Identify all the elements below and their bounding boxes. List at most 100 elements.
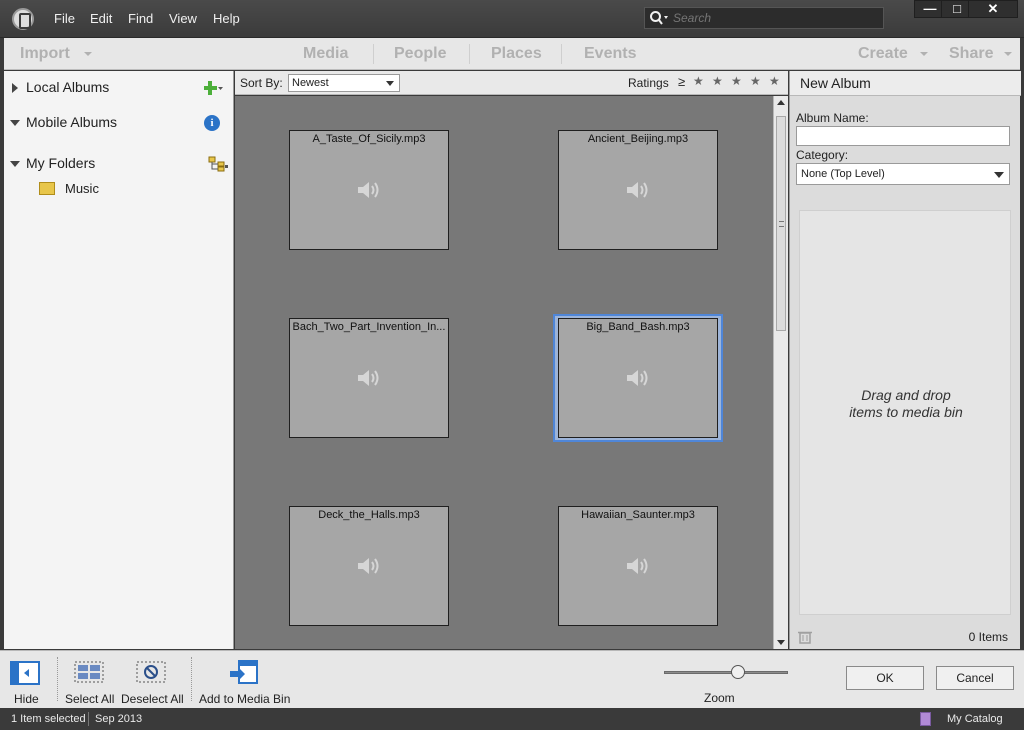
create-chevron-down-icon[interactable] <box>920 52 928 56</box>
catalog-icon[interactable] <box>920 712 931 726</box>
chevron-down-icon[interactable] <box>386 81 394 86</box>
scroll-thumb[interactable] <box>776 116 786 331</box>
folder-icon[interactable] <box>39 182 55 195</box>
menu-find[interactable]: Find <box>128 11 153 26</box>
sort-by-value: Newest <box>292 77 329 89</box>
toolbar-divider <box>191 657 192 701</box>
rating-star-icon[interactable]: ★ <box>693 74 704 88</box>
mobile-albums-row[interactable]: Mobile Albums i <box>4 109 234 133</box>
sort-bar: Sort By: Newest Ratings ≥ ★ ★ ★ ★ ★ <box>235 71 788 95</box>
date-status: Sep 2013 <box>95 713 143 725</box>
bottom-toolbar: Hide Select All Deselect All Add to Medi… <box>0 650 1024 708</box>
catalog-name[interactable]: My Catalog <box>947 713 1003 725</box>
speaker-icon <box>627 182 648 198</box>
import-button[interactable]: Import <box>20 45 70 63</box>
share-button[interactable]: Share <box>949 45 993 63</box>
search-box[interactable] <box>644 7 884 29</box>
sort-by-label: Sort By: <box>240 76 283 90</box>
media-tile[interactable]: Deck_the_Halls.mp3 <box>289 506 449 626</box>
rating-star-icon[interactable]: ★ <box>731 74 742 88</box>
media-tile-name: Deck_the_Halls.mp3 <box>318 509 420 521</box>
status-divider <box>88 712 89 726</box>
cancel-button[interactable]: Cancel <box>936 666 1014 690</box>
app-logo-icon[interactable] <box>12 8 34 30</box>
sort-by-select[interactable]: Newest <box>288 74 400 92</box>
zoom-label: Zoom <box>704 691 735 705</box>
add-to-media-bin-button[interactable]: Add to Media Bin <box>197 651 293 709</box>
create-button[interactable]: Create <box>858 45 908 63</box>
rating-star-icon[interactable]: ★ <box>712 74 723 88</box>
scroll-down-arrow-icon[interactable] <box>777 640 785 645</box>
zoom-slider-thumb[interactable] <box>731 665 746 679</box>
menu-edit[interactable]: Edit <box>90 11 112 26</box>
media-tile[interactable]: Ancient_Beijing.mp3 <box>558 130 718 250</box>
hide-panel-icon <box>10 661 40 685</box>
title-bar: File Edit Find View Help — □ ✕ <box>0 0 1024 38</box>
media-tile-name: Bach_Two_Part_Invention_In... <box>292 321 446 333</box>
tab-places[interactable]: Places <box>491 45 542 63</box>
add-album-icon[interactable] <box>204 80 224 96</box>
search-icon[interactable] <box>649 10 669 26</box>
media-tile[interactable]: Bach_Two_Part_Invention_In... <box>289 318 449 438</box>
media-bin-drop-area[interactable]: Drag and drop items to media bin <box>799 210 1011 615</box>
hide-button[interactable]: Hide <box>8 651 48 709</box>
category-select[interactable]: None (Top Level) <box>796 163 1010 185</box>
ok-button[interactable]: OK <box>846 666 924 690</box>
local-albums-row[interactable]: Local Albums <box>4 74 234 98</box>
collapse-arrow-icon[interactable] <box>10 161 20 167</box>
drop-hint: Drag and drop items to media bin <box>849 387 963 420</box>
collapse-arrow-icon[interactable] <box>10 120 20 126</box>
zoom-slider[interactable] <box>664 671 788 674</box>
speaker-icon <box>627 558 648 574</box>
grid-scrollbar[interactable] <box>773 96 788 649</box>
select-all-label: Select All <box>65 692 115 706</box>
tab-people[interactable]: People <box>394 45 446 63</box>
new-album-panel: New Album Album Name: Category: None (To… <box>789 71 1021 649</box>
info-icon[interactable]: i <box>204 115 220 131</box>
tab-events[interactable]: Events <box>584 45 636 63</box>
ratings-operator[interactable]: ≥ <box>678 74 685 89</box>
my-folders-row[interactable]: My Folders <box>4 150 234 174</box>
media-tile[interactable]: Hawaiian_Saunter.mp3 <box>558 506 718 626</box>
search-input[interactable] <box>673 10 873 26</box>
share-chevron-down-icon[interactable] <box>1004 52 1012 56</box>
media-tile[interactable]: A_Taste_Of_Sicily.mp3 <box>289 130 449 250</box>
tab-media[interactable]: Media <box>303 45 348 63</box>
albums-panel: Local Albums Mobile Albums i My Folders … <box>4 71 234 649</box>
rating-star-icon[interactable]: ★ <box>769 74 780 88</box>
trash-icon[interactable] <box>798 630 812 644</box>
close-button[interactable]: ✕ <box>968 0 1018 18</box>
media-tile-name: Ancient_Beijing.mp3 <box>587 133 689 145</box>
scroll-up-arrow-icon[interactable] <box>777 100 785 105</box>
menu-file[interactable]: File <box>54 11 75 26</box>
media-tile-name: A_Taste_Of_Sicily.mp3 <box>312 133 426 145</box>
folder-tree-icon[interactable] <box>208 156 228 172</box>
scroll-grip-icon <box>779 221 784 227</box>
album-name-input[interactable] <box>796 126 1010 146</box>
speaker-icon <box>358 370 379 386</box>
rating-star-icon[interactable]: ★ <box>750 74 761 88</box>
media-grid[interactable]: A_Taste_Of_Sicily.mp3 Ancient_Beijing.mp… <box>235 96 773 649</box>
local-albums-label: Local Albums <box>26 79 110 95</box>
folder-music[interactable]: Music <box>65 181 99 196</box>
select-all-button[interactable]: Select All <box>62 651 118 709</box>
status-bar: 1 Item selected Sep 2013 My Catalog <box>0 708 1024 730</box>
ratings-label: Ratings <box>628 76 669 90</box>
deselect-all-icon <box>136 661 166 683</box>
album-name-label: Album Name: <box>796 111 869 125</box>
tab-divider <box>373 44 374 64</box>
deselect-all-button[interactable]: Deselect All <box>120 651 184 709</box>
select-all-icon <box>74 661 104 683</box>
menu-help[interactable]: Help <box>213 11 240 26</box>
add-to-bin-label: Add to Media Bin <box>199 692 291 706</box>
tab-divider <box>561 44 562 64</box>
items-count: 0 Items <box>968 630 1008 644</box>
media-tile-selected[interactable]: Big_Band_Bash.mp3 <box>558 318 718 438</box>
media-tile-name: Hawaiian_Saunter.mp3 <box>581 509 695 521</box>
nav-bar: Import Media People Places Events Create… <box>4 38 1020 70</box>
chevron-down-icon[interactable] <box>994 172 1004 178</box>
expand-arrow-icon[interactable] <box>12 83 18 93</box>
menu-view[interactable]: View <box>169 11 197 26</box>
import-chevron-down-icon[interactable] <box>84 52 92 56</box>
speaker-icon <box>627 370 648 386</box>
